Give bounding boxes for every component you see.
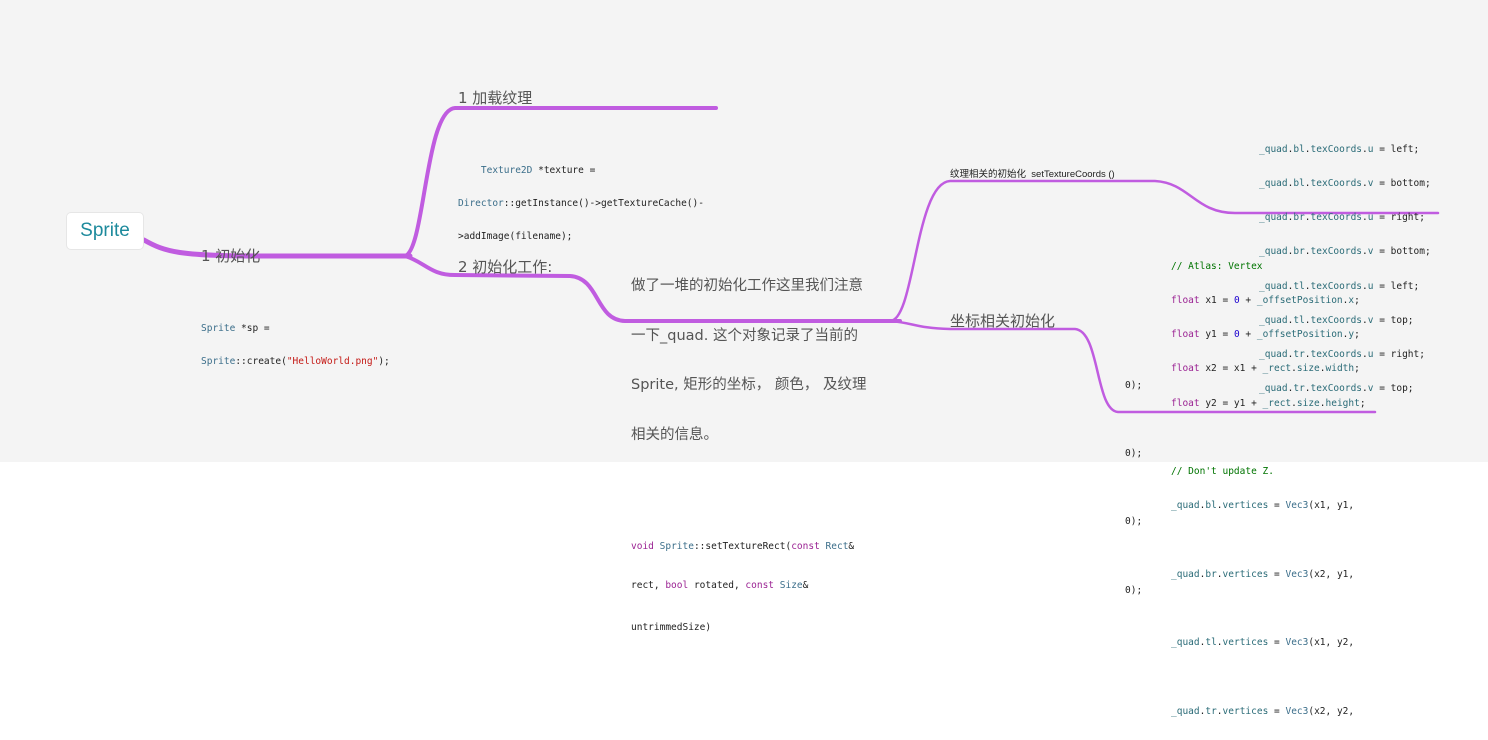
- note-line: 相关的信息。: [631, 426, 718, 443]
- node-vertex-code[interactable]: // Atlas: Vertex float x1 = 0 + _offsetP…: [1171, 238, 1366, 740]
- node-load-title: 1 加载纹理: [458, 89, 533, 107]
- code-line: _quad.br.vertices = Vec3(x2, y1,: [1171, 568, 1355, 580]
- note-code: void Sprite::setTextureRect(const Rect& …: [631, 514, 866, 660]
- code-line: 0);: [1125, 584, 1143, 596]
- root-label: Sprite: [80, 220, 130, 241]
- node-init[interactable]: 1 初始化 Sprite *sp = Sprite::create("Hello…: [201, 211, 390, 425]
- code-line: // Don't update Z.: [1171, 466, 1274, 478]
- code-line: 0);: [1125, 516, 1143, 528]
- note-line: 做了一堆的初始化工作这里我们注意: [631, 278, 863, 294]
- code-line: _quad.bl.texCoords.v = bottom;: [1259, 178, 1431, 190]
- code-line: rect, bool rotated, const Size&: [631, 580, 809, 591]
- node-init-code: Sprite *sp = Sprite::create("HelloWorld.…: [201, 301, 390, 389]
- code-line: // Atlas: Vertex: [1171, 260, 1263, 272]
- code-line: Texture2D *texture =: [480, 165, 596, 176]
- root-node[interactable]: Sprite: [67, 213, 143, 249]
- code-line: _quad.tr.vertices = Vec3(x2, y2,: [1171, 705, 1355, 717]
- node-init-note[interactable]: 做了一堆的初始化工作这里我们注意 一下_quad. 这个对象记录了当前的 Spr…: [631, 209, 866, 696]
- node-texture-init[interactable]: 纹理相关的初始化 setTextureCoords (): [950, 166, 1115, 180]
- mind-map-canvas: Sprite 1 初始化 Sprite *sp = Sprite::create…: [0, 0, 1488, 717]
- note-text: 做了一堆的初始化工作这里我们注意 一下_quad. 这个对象记录了当前的 Spr…: [631, 245, 866, 476]
- code-line: float x2 = x1 + _rect.size.width;: [1171, 363, 1360, 375]
- note-line: 一下_quad. 这个对象记录了当前的: [631, 327, 858, 344]
- node-init-work[interactable]: 2 初始化工作:: [458, 256, 552, 277]
- code-line: Sprite *sp =: [201, 323, 270, 334]
- code-line: _quad.bl.vertices = Vec3(x1, y1,: [1171, 500, 1355, 512]
- node-coord-init[interactable]: 坐标相关初始化: [950, 310, 1055, 331]
- code-line: void Sprite::setTextureRect(const Rect&: [631, 541, 855, 552]
- code-line: Sprite::create("HelloWorld.png");: [201, 356, 390, 367]
- code-line: float x1 = 0 + _offsetPosition.x;: [1171, 295, 1360, 307]
- code-line: 0);: [1125, 379, 1143, 391]
- node-init-title: 1 初始化: [201, 247, 261, 265]
- code-line: _quad.bl.texCoords.u = left;: [1259, 143, 1420, 155]
- code-line: Director::getInstance()->getTextureCache…: [458, 198, 704, 209]
- code-line: 0);: [1125, 447, 1143, 459]
- code-line: _quad.tl.vertices = Vec3(x1, y2,: [1171, 637, 1355, 649]
- code-line: float y1 = 0 + _offsetPosition.y;: [1171, 329, 1360, 341]
- code-line: _quad.br.texCoords.u = right;: [1259, 212, 1425, 224]
- note-line: Sprite, 矩形的坐标， 颜色， 及纹理: [631, 377, 867, 393]
- code-line: float y2 = y1 + _rect.size.height;: [1171, 397, 1366, 409]
- vertex-code-tail: 0); 0); 0); 0);: [1125, 329, 1148, 648]
- code-line: untrimmedSize): [631, 622, 712, 633]
